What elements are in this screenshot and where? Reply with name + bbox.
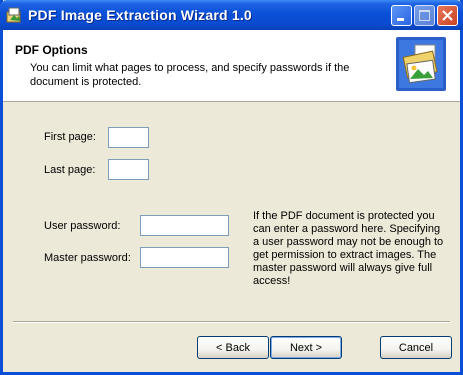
page-subtitle: You can limit what pages to process, and…	[30, 62, 350, 88]
footer-separator	[13, 321, 450, 323]
last-page-label: Last page:	[44, 164, 96, 176]
app-icon	[6, 7, 23, 23]
next-button[interactable]: Next >	[270, 336, 342, 359]
first-page-input[interactable]	[108, 127, 149, 148]
pdf-images-icon	[395, 36, 447, 92]
user-password-label: User password:	[44, 220, 121, 232]
cancel-button[interactable]: Cancel	[380, 336, 452, 359]
master-password-input[interactable]	[140, 247, 229, 268]
close-icon	[442, 10, 453, 21]
wizard-header: PDF Options You can limit what pages to …	[3, 30, 460, 102]
maximize-button	[414, 5, 435, 26]
minimize-icon	[397, 18, 404, 21]
minimize-button[interactable]	[391, 5, 412, 26]
page-title: PDF Options	[15, 43, 88, 57]
title-bar[interactable]: PDF Image Extraction Wizard 1.0	[0, 0, 463, 30]
password-help-text: If the PDF document is protected you can…	[253, 210, 444, 287]
close-button[interactable]	[437, 5, 458, 26]
wizard-window: PDF Image Extraction Wizard 1.0 PDF Opti…	[0, 0, 463, 375]
user-password-input[interactable]	[140, 215, 229, 236]
window-title: PDF Image Extraction Wizard 1.0	[28, 7, 252, 23]
master-password-label: Master password:	[44, 252, 131, 264]
back-button[interactable]: < Back	[197, 336, 269, 359]
maximize-icon	[419, 10, 430, 21]
first-page-label: First page:	[44, 131, 96, 143]
last-page-input[interactable]	[108, 159, 149, 180]
